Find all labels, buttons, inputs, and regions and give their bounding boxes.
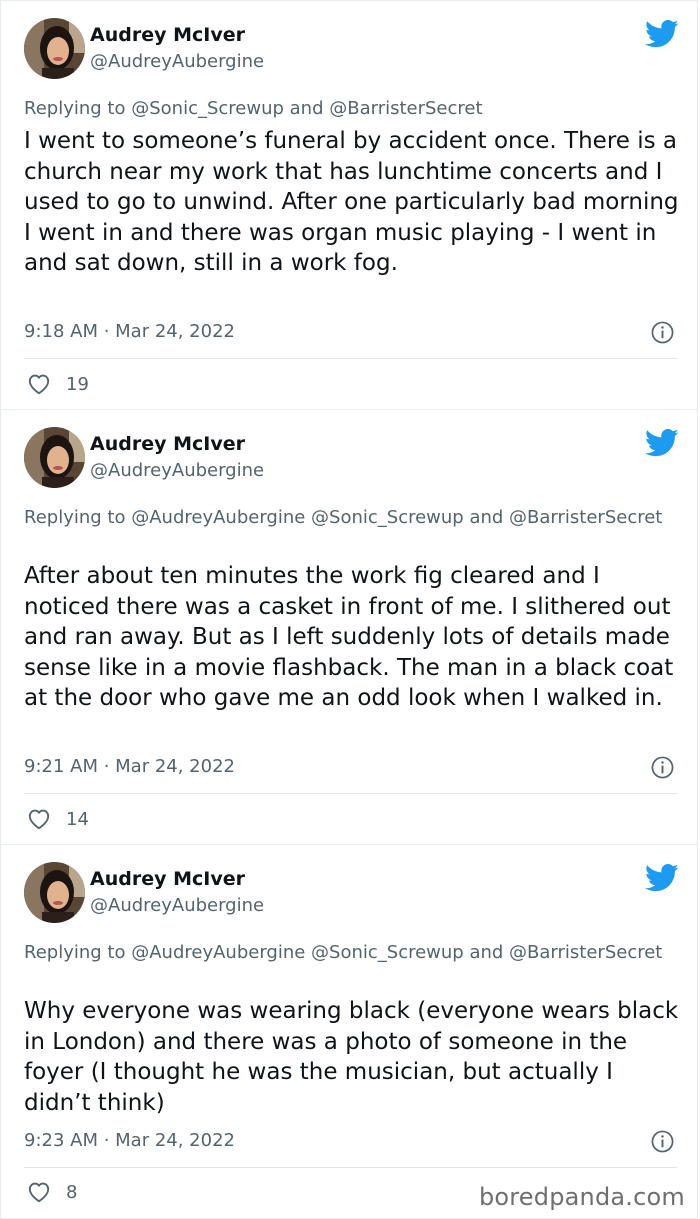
divider	[24, 793, 677, 794]
reply-prefix: Replying to	[24, 942, 126, 963]
avatar[interactable]	[24, 862, 85, 923]
like-action[interactable]: 14	[26, 806, 89, 832]
author-handle[interactable]: @AudreyAubergine	[90, 895, 264, 916]
avatar[interactable]	[24, 427, 85, 488]
tweet-timestamp[interactable]: 9:18 AM · Mar 24, 2022	[24, 321, 235, 342]
like-count: 14	[66, 808, 89, 830]
like-action[interactable]: 19	[26, 371, 89, 397]
tweet-text: I went to someone’s funeral by accident …	[24, 128, 679, 276]
reply-mentions[interactable]: @AudreyAubergine @Sonic_Screwup and @Bar…	[131, 942, 662, 963]
twitter-bird-icon	[645, 428, 679, 457]
author-name[interactable]: Audrey McIver	[90, 433, 245, 455]
author-handle[interactable]: @AudreyAubergine	[90, 51, 264, 72]
twitter-bird-icon	[645, 19, 679, 48]
author-handle[interactable]: @AudreyAubergine	[90, 460, 264, 481]
like-count: 8	[66, 1181, 78, 1203]
reply-prefix: Replying to	[24, 507, 126, 528]
tweet-text: After about ten minutes the work fig cle…	[24, 563, 674, 711]
twitter-bird-icon	[645, 863, 679, 892]
reply-context: Replying to @Sonic_Screwup and @Barriste…	[24, 96, 664, 121]
watermark: boredpanda.com	[478, 1183, 685, 1211]
info-icon[interactable]	[651, 1130, 674, 1153]
reply-context: Replying to @AudreyAubergine @Sonic_Scre…	[24, 505, 664, 530]
tweet-text: Why everyone was wearing black (everyone…	[24, 998, 679, 1116]
heart-icon[interactable]	[26, 1179, 52, 1205]
reply-prefix: Replying to	[24, 98, 126, 119]
like-count: 19	[66, 373, 89, 395]
author-name[interactable]: Audrey McIver	[90, 868, 245, 890]
divider	[24, 358, 677, 359]
avatar[interactable]	[24, 18, 85, 79]
tweet-timestamp[interactable]: 9:23 AM · Mar 24, 2022	[24, 1130, 235, 1151]
heart-icon[interactable]	[26, 806, 52, 832]
reply-mentions[interactable]: @AudreyAubergine @Sonic_Screwup and @Bar…	[131, 507, 662, 528]
heart-icon[interactable]	[26, 371, 52, 397]
author-name[interactable]: Audrey McIver	[90, 24, 245, 46]
info-icon[interactable]	[651, 756, 674, 779]
tweet-card[interactable]: Audrey McIver @AudreyAubergine Replying …	[0, 844, 698, 1219]
reply-context: Replying to @AudreyAubergine @Sonic_Scre…	[24, 940, 664, 965]
tweet-card[interactable]: Audrey McIver @AudreyAubergine Replying …	[0, 0, 698, 410]
divider	[24, 1167, 677, 1168]
like-action[interactable]: 8	[26, 1179, 77, 1205]
reply-mentions[interactable]: @Sonic_Screwup and @BarristerSecret	[131, 98, 482, 119]
info-icon[interactable]	[651, 321, 674, 344]
tweet-timestamp[interactable]: 9:21 AM · Mar 24, 2022	[24, 756, 235, 777]
tweet-card[interactable]: Audrey McIver @AudreyAubergine Replying …	[0, 409, 698, 845]
